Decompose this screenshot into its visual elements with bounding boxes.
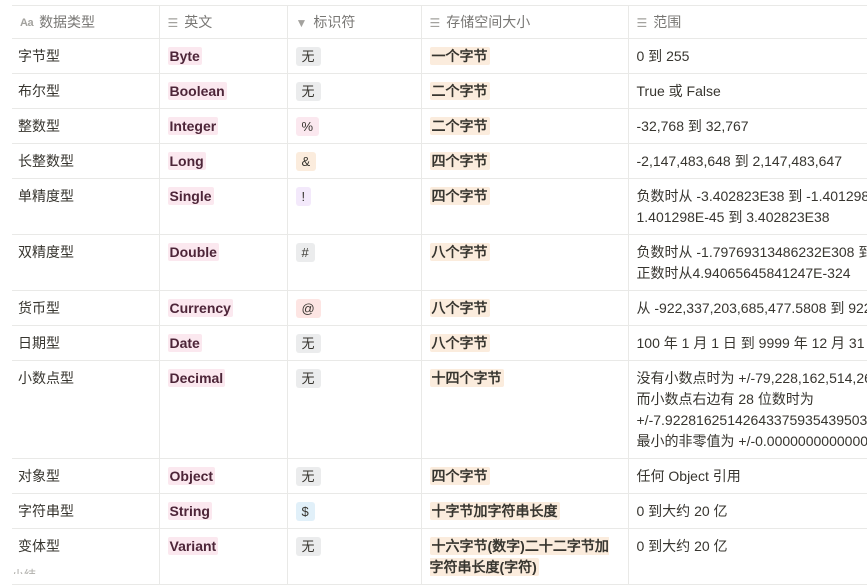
cell-storage-size[interactable]: 四个字节: [421, 178, 629, 235]
cell-english[interactable]: Double: [159, 234, 288, 291]
cell-storage-size[interactable]: 十六字节(数字)二十二字节加字符串长度(字符): [421, 528, 629, 585]
cell-range[interactable]: 0 到大约 20 亿: [628, 493, 867, 529]
cell-range[interactable]: 任何 Object 引用: [628, 458, 867, 494]
cell-data-type[interactable]: 货币型: [12, 290, 160, 326]
identifier-tag: $: [295, 502, 315, 521]
header-english[interactable]: ☰ 英文: [159, 5, 288, 39]
cell-range[interactable]: 0 到大约 20 亿: [628, 528, 867, 585]
text-property-icon: ☰: [167, 16, 179, 31]
table-row[interactable]: 变体型 Variant 无 十六字节(数字)二十二字节加字符串长度(字符) 0 到大约 …: [12, 528, 867, 585]
cell-english[interactable]: Boolean: [159, 73, 288, 109]
identifier-tag: 无: [295, 467, 321, 486]
text-property-icon: ☰: [429, 16, 441, 31]
cell-identifier[interactable]: %: [287, 108, 422, 144]
table-row[interactable]: 双精度型 Double # 八个字节 负数时从 -1.79769313486232E30…: [12, 234, 867, 291]
header-data-type[interactable]: Aa 数据类型: [12, 5, 160, 39]
identifier-tag: #: [295, 243, 315, 262]
header-row: Aa 数据类型 ☰ 英文 ▼ 标识符 ☰ 存储空间大小 ☰ 范围: [12, 5, 867, 39]
cell-identifier[interactable]: 无: [287, 73, 422, 109]
cell-data-type[interactable]: 字符串型: [12, 493, 160, 529]
cell-identifier[interactable]: 无: [287, 360, 422, 459]
header-storage-size[interactable]: ☰ 存储空间大小: [421, 5, 629, 39]
identifier-tag: @: [295, 299, 321, 318]
table-row[interactable]: 货币型 Currency @ 八个字节从 -922,337,203,685,477.5…: [12, 290, 867, 326]
cell-range[interactable]: True 或 False: [628, 73, 867, 109]
cell-range[interactable]: -32,768 到 32,767: [628, 108, 867, 144]
identifier-tag: 无: [295, 334, 321, 353]
title-property-icon: Aa: [20, 17, 34, 30]
table-row[interactable]: 单精度型 Single! 四个字节 负数时从 -3.402823E38 到 -1.40…: [12, 178, 867, 235]
cell-range[interactable]: 负数时从 -1.79769313486232E308 到正数时从4.940656…: [628, 234, 867, 291]
cell-range[interactable]: 0 到 255: [628, 38, 867, 74]
cell-identifier[interactable]: &: [287, 143, 422, 179]
cell-storage-size[interactable]: 八个字节: [421, 325, 629, 361]
cell-data-type[interactable]: 双精度型: [12, 234, 160, 291]
text-property-icon: ☰: [636, 16, 648, 31]
table-row[interactable]: 整数型 Integer% 二个字节 -32,768 到 32,767: [12, 108, 867, 144]
cell-storage-size[interactable]: 一个字节: [421, 38, 629, 74]
cell-identifier[interactable]: 无: [287, 528, 422, 585]
table-row[interactable]: 小数点型 Decimal 无 十四个字节 没有小数点时为 +/-79,228,162,5…: [12, 360, 867, 459]
cell-storage-size[interactable]: 八个字节: [421, 234, 629, 291]
identifier-tag: 无: [295, 47, 321, 66]
cell-data-type[interactable]: 长整数型: [12, 143, 160, 179]
cell-storage-size[interactable]: 二个字节: [421, 108, 629, 144]
select-property-icon: ▼: [295, 16, 308, 31]
identifier-tag: &: [295, 152, 317, 171]
table-row[interactable]: 字符串型 String $ 十字节加字符串长度 0 到大约 20 亿: [12, 493, 867, 529]
table-row[interactable]: 日期型 Date 无 八个字节 100 年 1 月 1 日 到 9999 年 12 月 …: [12, 325, 867, 361]
cell-range[interactable]: -2,147,483,648 到 2,147,483,647: [628, 143, 867, 179]
cell-english[interactable]: Variant: [159, 528, 288, 585]
cell-range[interactable]: 从 -922,337,203,685,477.5808 到 922,337,20…: [628, 290, 867, 326]
cell-english[interactable]: Single: [159, 178, 288, 235]
cell-data-type[interactable]: 整数型: [12, 108, 160, 144]
cell-english[interactable]: Integer: [159, 108, 288, 144]
cell-data-type[interactable]: 对象型: [12, 458, 160, 494]
identifier-tag: !: [295, 187, 312, 206]
cell-identifier[interactable]: #: [287, 234, 422, 291]
cell-english[interactable]: Currency: [159, 290, 288, 326]
section-heading-partial: 小结: [12, 566, 72, 574]
cell-data-type[interactable]: 单精度型: [12, 178, 160, 235]
cell-storage-size[interactable]: 四个字节: [421, 143, 629, 179]
cell-data-type[interactable]: 日期型: [12, 325, 160, 361]
cell-storage-size[interactable]: 二个字节: [421, 73, 629, 109]
cell-english[interactable]: Date: [159, 325, 288, 361]
identifier-tag: %: [295, 117, 320, 136]
cell-storage-size[interactable]: 十字节加字符串长度: [421, 493, 629, 529]
cell-data-type[interactable]: 小数点型: [12, 360, 160, 459]
cell-range[interactable]: 100 年 1 月 1 日 到 9999 年 12 月 31 日: [628, 325, 867, 361]
cell-english[interactable]: Object: [159, 458, 288, 494]
cell-range[interactable]: 没有小数点时为 +/-79,228,162,514,264,337,593,54…: [628, 360, 867, 459]
header-identifier[interactable]: ▼ 标识符: [287, 5, 422, 39]
cell-identifier[interactable]: $: [287, 493, 422, 529]
header-range[interactable]: ☰ 范围: [628, 5, 867, 39]
cell-english[interactable]: Long: [159, 143, 288, 179]
cell-english[interactable]: Byte: [159, 38, 288, 74]
cell-range[interactable]: 负数时从 -3.402823E38 到 -1.401298E-45；正数时从1.…: [628, 178, 867, 235]
cell-english[interactable]: String: [159, 493, 288, 529]
cell-storage-size[interactable]: 八个字节: [421, 290, 629, 326]
identifier-tag: 无: [295, 537, 321, 556]
table-row[interactable]: 布尔型 Boolean 无 二个字节 True 或 False: [12, 73, 867, 109]
cell-data-type[interactable]: 字节型: [12, 38, 160, 74]
cell-data-type[interactable]: 布尔型: [12, 73, 160, 109]
table-row[interactable]: 长整数型 Long & 四个字节 -2,147,483,648 到 2,147,483,…: [12, 143, 867, 179]
cell-identifier[interactable]: !: [287, 178, 422, 235]
cell-identifier[interactable]: 无: [287, 38, 422, 74]
cell-identifier[interactable]: @: [287, 290, 422, 326]
table-row[interactable]: 对象型 Object 无 四个字节 任何 Object 引用: [12, 458, 867, 494]
cell-storage-size[interactable]: 十四个字节: [421, 360, 629, 459]
cell-identifier[interactable]: 无: [287, 325, 422, 361]
cell-storage-size[interactable]: 四个字节: [421, 458, 629, 494]
cell-data-type[interactable]: 变体型: [12, 528, 160, 585]
data-type-table: Aa 数据类型 ☰ 英文 ▼ 标识符 ☰ 存储空间大小 ☰ 范围 字节型 Byte 无 一个字节…: [12, 5, 867, 585]
table-row[interactable]: 字节型 Byte 无 一个字节 0 到 255: [12, 38, 867, 74]
identifier-tag: 无: [295, 82, 321, 101]
cell-english[interactable]: Decimal: [159, 360, 288, 459]
cell-identifier[interactable]: 无: [287, 458, 422, 494]
identifier-tag: 无: [295, 369, 321, 388]
